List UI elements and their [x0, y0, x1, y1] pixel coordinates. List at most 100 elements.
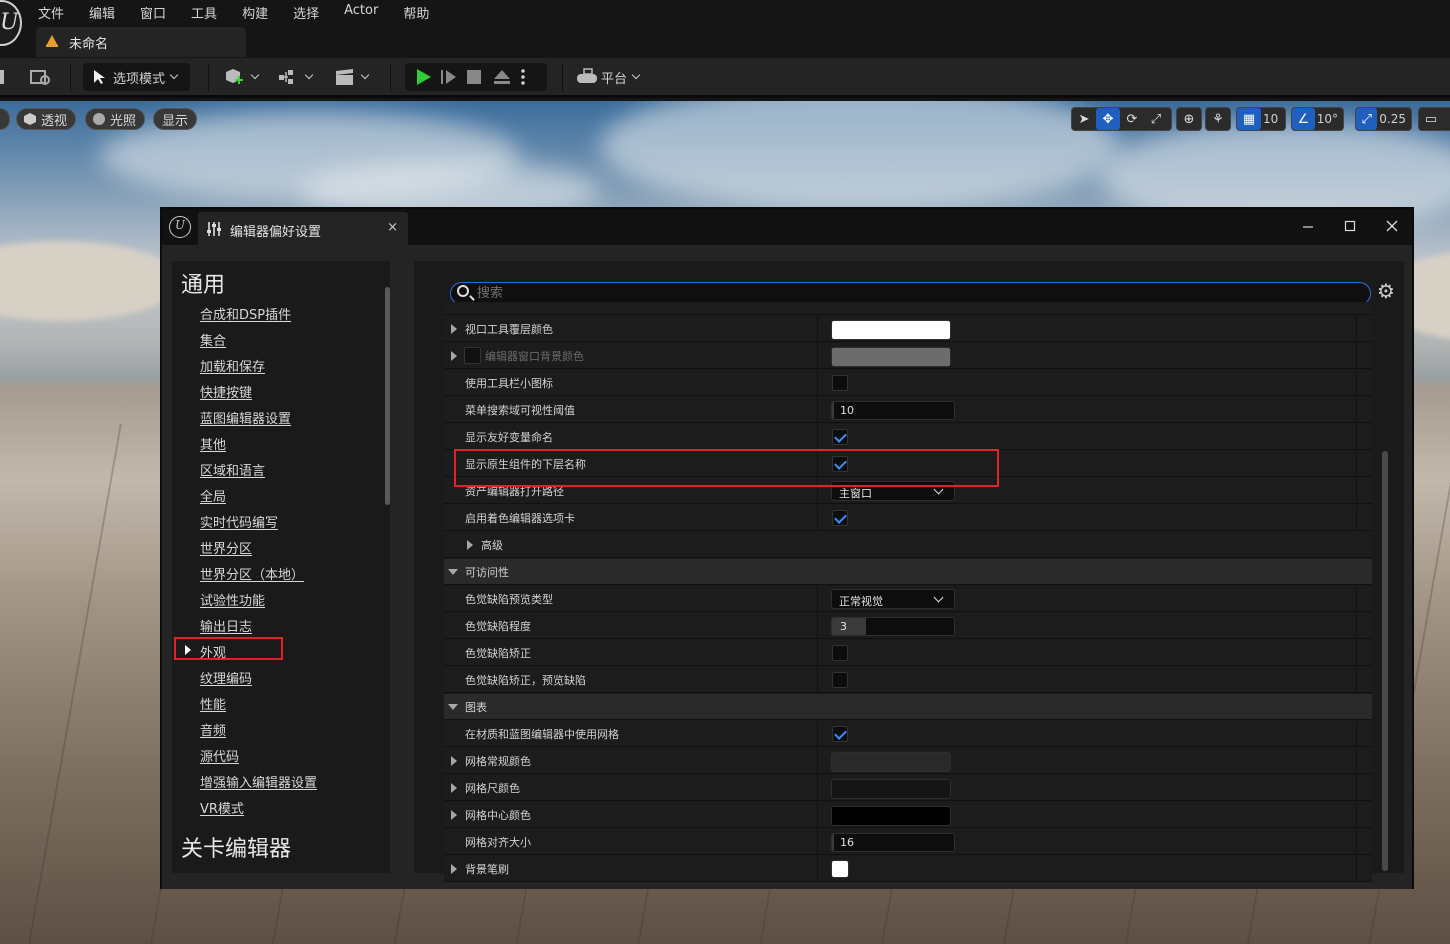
lighting-button[interactable]: 光照 — [85, 108, 146, 130]
content-browser-icon[interactable] — [30, 63, 56, 91]
prefs-titlebar[interactable]: 编辑器偏好设置 × — [162, 209, 1412, 245]
rotation-snap-button[interactable]: ∠ 10° — [1291, 107, 1344, 131]
tab-close-button[interactable]: × — [387, 220, 398, 235]
property-row[interactable]: 视口工具覆层颜色 — [444, 316, 1372, 342]
grid-snap-button[interactable]: ▦ 10 — [1236, 107, 1286, 131]
nav-item[interactable]: 集合 — [200, 330, 226, 349]
nav-item[interactable]: 合成和DSP插件 — [200, 304, 291, 323]
save-icon[interactable] — [0, 63, 8, 91]
category-row[interactable]: 图表 — [444, 694, 1372, 720]
menu-tools[interactable]: 工具 — [191, 3, 217, 22]
nav-item[interactable]: 试验性功能 — [200, 590, 265, 609]
expand-arrow-icon[interactable] — [467, 540, 473, 550]
menu-file[interactable]: 文件 — [38, 3, 64, 22]
property-checkbox[interactable] — [832, 510, 848, 526]
color-swatch[interactable] — [831, 779, 951, 799]
nav-item[interactable]: 纹理编码 — [200, 668, 252, 687]
prefs-tab[interactable]: 编辑器偏好设置 × — [198, 212, 408, 245]
world-space-button[interactable]: ⊕ — [1176, 107, 1202, 131]
step-frame-icon[interactable] — [440, 68, 458, 86]
dropdown-select[interactable]: 正常视觉 — [831, 589, 955, 609]
rotate-tool-icon[interactable]: ⟳ — [1120, 108, 1144, 130]
number-field[interactable]: 10 — [831, 401, 955, 420]
nav-item[interactable]: 音频 — [200, 720, 226, 739]
translate-tool-icon[interactable]: ✥ — [1096, 108, 1120, 130]
details-scrollbar[interactable] — [1382, 451, 1388, 871]
blueprint-button[interactable] — [278, 63, 316, 91]
override-checkbox[interactable] — [464, 347, 481, 364]
color-swatch[interactable] — [831, 320, 951, 340]
more-options-icon[interactable] — [520, 68, 526, 86]
platform-button[interactable]: 平台 — [576, 63, 648, 91]
viewport-options-button[interactable] — [0, 108, 10, 130]
menu-select[interactable]: 选择 — [293, 3, 319, 22]
show-button[interactable]: 显示 — [153, 108, 198, 130]
collapse-arrow-icon[interactable] — [448, 704, 458, 710]
property-checkbox[interactable] — [832, 726, 848, 742]
expand-arrow-icon[interactable] — [451, 324, 457, 334]
number-field[interactable]: 3 — [831, 617, 955, 636]
expand-arrow-icon[interactable] — [451, 810, 457, 820]
surface-snap-button[interactable]: ⚘ — [1205, 107, 1231, 131]
cinematics-button[interactable] — [334, 63, 372, 91]
menu-build[interactable]: 构建 — [242, 3, 268, 22]
nav-item[interactable]: 区域和语言 — [200, 460, 265, 479]
property-row[interactable]: 编辑器窗口背景颜色 — [444, 343, 1372, 369]
property-row[interactable]: 高级 — [444, 532, 1372, 558]
nav-item[interactable]: 其他 — [200, 434, 226, 453]
property-row[interactable]: 网格中心颜色 — [444, 802, 1372, 828]
nav-item[interactable]: 输出日志 — [200, 616, 252, 635]
menu-actor[interactable]: Actor — [344, 3, 378, 22]
select-mode-button[interactable]: 选项模式 — [83, 63, 190, 91]
nav-item[interactable]: 增强输入编辑器设置 — [200, 772, 317, 791]
play-icon[interactable] — [414, 68, 432, 86]
category-row[interactable]: 可访问性 — [444, 559, 1372, 585]
gear-icon[interactable]: ⚙ — [1377, 279, 1395, 303]
expand-arrow-icon[interactable] — [451, 756, 457, 766]
level-tab[interactable]: 未命名 — [36, 27, 246, 57]
property-checkbox[interactable] — [832, 672, 848, 688]
expand-arrow-icon[interactable] — [451, 864, 457, 874]
maximize-button[interactable] — [1332, 213, 1368, 239]
nav-item[interactable]: VR模式 — [200, 798, 244, 817]
nav-item[interactable]: 源代码 — [200, 746, 239, 765]
nav-item[interactable]: 实时代码编写 — [200, 512, 278, 531]
category-scrollbar[interactable] — [385, 287, 390, 505]
section-general[interactable]: 通用 — [181, 267, 225, 299]
property-checkbox[interactable] — [832, 375, 848, 391]
number-field[interactable]: 16 — [831, 833, 955, 852]
nav-item[interactable]: 世界分区 — [200, 538, 252, 557]
scale-tool-icon[interactable]: ⤢ — [1144, 108, 1168, 130]
camera-speed-button[interactable]: ▭ — [1418, 107, 1450, 131]
stop-icon[interactable] — [466, 69, 482, 85]
nav-item[interactable]: 性能 — [200, 694, 226, 713]
scale-snap-button[interactable]: ⤢ 0.25 — [1355, 107, 1412, 131]
color-swatch[interactable] — [831, 347, 951, 367]
property-row[interactable]: 网格常规颜色 — [444, 748, 1372, 774]
nav-item[interactable]: 世界分区（本地） — [200, 564, 304, 583]
section-level-editor[interactable]: 关卡编辑器 — [181, 831, 291, 863]
select-tool-icon[interactable]: ➤ — [1072, 108, 1096, 130]
add-actor-button[interactable] — [224, 63, 260, 91]
eject-icon[interactable] — [492, 68, 512, 86]
menu-window[interactable]: 窗口 — [140, 3, 166, 22]
property-checkbox[interactable] — [832, 429, 848, 445]
property-row[interactable]: 背景笔刷 — [444, 856, 1372, 882]
minimize-button[interactable] — [1290, 213, 1326, 239]
perspective-button[interactable]: 透视 — [16, 108, 77, 130]
color-swatch[interactable] — [831, 752, 951, 772]
nav-item[interactable]: 加载和保存 — [200, 356, 265, 375]
nav-item[interactable]: 快捷按键 — [200, 382, 252, 401]
unreal-logo-icon[interactable] — [0, 0, 22, 46]
expand-arrow-icon[interactable] — [451, 351, 457, 361]
color-swatch[interactable] — [831, 860, 849, 878]
nav-item[interactable]: 蓝图编辑器设置 — [200, 408, 291, 427]
menu-help[interactable]: 帮助 — [403, 3, 429, 22]
close-window-button[interactable] — [1374, 213, 1410, 239]
expand-arrow-icon[interactable] — [451, 783, 457, 793]
color-swatch[interactable] — [831, 806, 951, 826]
nav-item[interactable]: 全局 — [200, 486, 226, 505]
collapse-arrow-icon[interactable] — [448, 569, 458, 575]
menu-edit[interactable]: 编辑 — [89, 3, 115, 22]
search-input[interactable] — [477, 285, 1357, 302]
